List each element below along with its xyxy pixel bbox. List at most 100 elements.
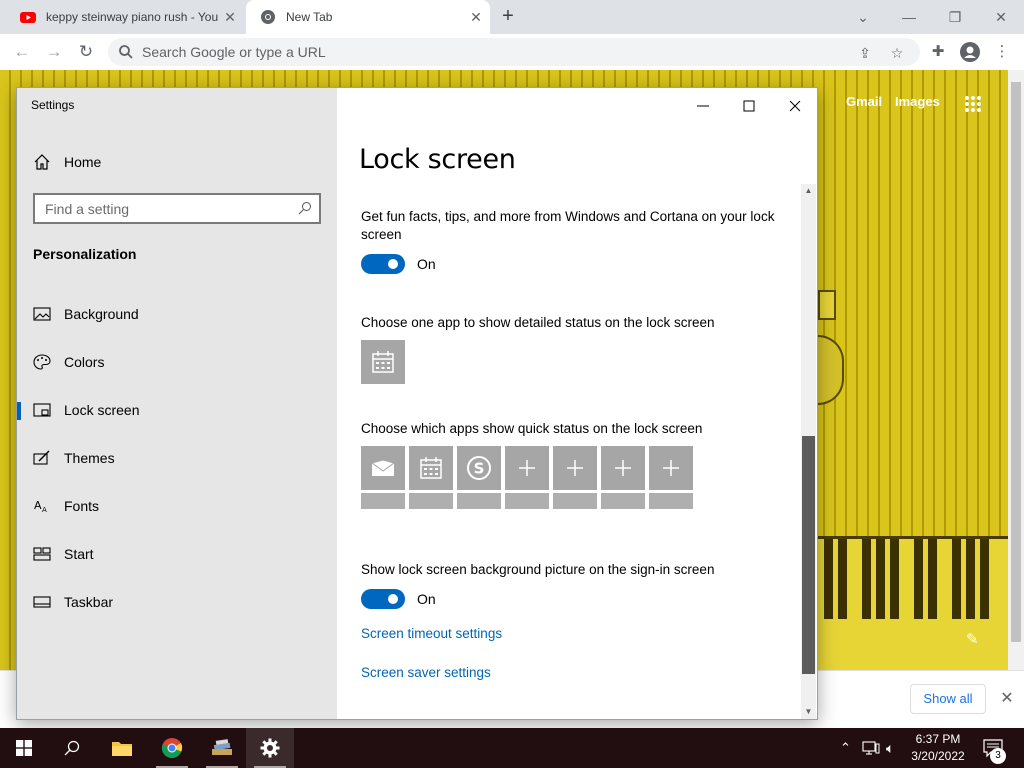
quick-status-app-skype[interactable]: S (457, 446, 501, 490)
windows-logo-icon (16, 740, 32, 756)
taskbar-settings[interactable] (246, 728, 294, 768)
quick-status-app-calendar[interactable] (409, 446, 453, 490)
close-icon[interactable]: ✕ (222, 9, 238, 25)
search-icon (119, 45, 133, 59)
settings-scrollbar[interactable]: ▲ ▼ (801, 184, 816, 719)
tile-reflection (553, 493, 597, 509)
home-nav-item[interactable]: Home (33, 150, 323, 174)
toggle-state-label: On (417, 591, 436, 607)
books-icon (212, 739, 232, 755)
palette-icon (33, 354, 51, 370)
fun-facts-toggle[interactable] (361, 254, 405, 274)
sidebar-item-taskbar[interactable]: Taskbar (17, 582, 337, 622)
taskbar-chrome[interactable] (148, 728, 196, 768)
profile-avatar-icon[interactable] (960, 42, 980, 62)
sidebar-item-fonts[interactable]: AA Fonts (17, 486, 337, 526)
taskbar-file-explorer[interactable] (98, 728, 146, 768)
sidebar-item-colors[interactable]: Colors (17, 342, 337, 382)
sidebar-item-start[interactable]: Start (17, 534, 337, 574)
scrollbar-thumb[interactable] (802, 436, 815, 674)
tab-youtube[interactable]: keppy steinway piano rush - You ✕ (8, 0, 244, 34)
tile-reflection (601, 493, 645, 509)
settings-maximize-button[interactable] (726, 92, 772, 120)
show-all-button[interactable]: Show all (910, 684, 986, 714)
quick-status-add-slot[interactable] (505, 446, 549, 490)
close-window-button[interactable]: ✕ (978, 0, 1024, 34)
volume-icon[interactable]: 🔈︎ (886, 728, 894, 768)
settings-sidebar: Settings Home Personalization Background… (17, 88, 337, 719)
scroll-down-icon[interactable]: ▼ (801, 705, 816, 719)
quick-status-add-slot[interactable] (649, 446, 693, 490)
images-link[interactable]: Images (895, 94, 940, 109)
settings-minimize-button[interactable] (680, 92, 726, 120)
start-button[interactable] (0, 728, 48, 768)
apps-grid-icon[interactable] (964, 95, 982, 113)
taskbar-icon (33, 596, 51, 608)
tab-search-button[interactable]: ⌄ (840, 0, 886, 34)
quick-status-app-mail[interactable] (361, 446, 405, 490)
minimize-button[interactable]: — (886, 0, 932, 34)
reload-button[interactable]: ↻ (74, 40, 98, 64)
youtube-icon (20, 12, 36, 23)
reload-icon: ↻ (78, 42, 94, 61)
new-tab-button[interactable]: + (498, 6, 518, 27)
quick-status-add-slot[interactable] (601, 446, 645, 490)
restore-icon: ❐ (948, 8, 962, 25)
omnibox-input[interactable] (142, 38, 842, 66)
window-title: Settings (31, 98, 75, 112)
doodle-detail (818, 335, 844, 405)
screen-timeout-link[interactable]: Screen timeout settings (361, 626, 502, 641)
scroll-up-icon[interactable]: ▲ (801, 184, 816, 198)
search-input[interactable] (45, 195, 285, 222)
signin-background-toggle[interactable] (361, 589, 405, 609)
lock-screen-icon (33, 403, 51, 417)
browser-toolbar: ← → ↻ ⇪ ☆ ✚ ⋮ (0, 34, 1024, 70)
clock-date: 3/20/2022 (911, 749, 965, 763)
tile-reflection (457, 493, 501, 509)
forward-button[interactable]: → (42, 40, 66, 64)
plus-icon (615, 460, 631, 476)
close-icon[interactable]: ✕ (998, 690, 1016, 708)
find-setting-search[interactable] (33, 193, 321, 224)
home-icon (34, 154, 50, 170)
plus-icon (519, 460, 535, 476)
page-title: Lock screen (359, 144, 516, 175)
kebab-menu-icon[interactable]: ⋮ (992, 42, 1012, 62)
system-clock[interactable]: 6:37 PM 3/20/2022 (906, 731, 970, 765)
maximize-icon (743, 100, 755, 112)
brush-icon (33, 450, 50, 465)
tab-new-tab[interactable]: New Tab ✕ (246, 0, 490, 34)
chevron-up-icon: ⌃ (840, 740, 851, 755)
taskbar-app[interactable] (198, 728, 246, 768)
show-hidden-icons-button[interactable]: ⌃ (840, 728, 851, 768)
bookmark-star-icon[interactable]: ☆ (888, 44, 906, 62)
restore-button[interactable]: ❐ (932, 0, 978, 34)
taskbar-search-button[interactable] (48, 728, 96, 768)
screen-saver-link[interactable]: Screen saver settings (361, 665, 491, 680)
skype-icon: S (467, 456, 491, 480)
quick-status-add-slot[interactable] (553, 446, 597, 490)
close-icon[interactable]: ✕ (468, 9, 484, 25)
pencil-icon[interactable]: ✎ (966, 630, 984, 648)
sidebar-item-themes[interactable]: Themes (17, 438, 337, 478)
tab-label: keppy steinway piano rush - You (46, 10, 219, 24)
plus-icon (567, 460, 583, 476)
gmail-link[interactable]: Gmail (846, 94, 882, 109)
plus-icon (663, 460, 679, 476)
detailed-status-app-button[interactable] (361, 340, 405, 384)
calendar-icon (372, 351, 394, 373)
chevron-down-icon: ⌄ (857, 8, 869, 25)
address-bar[interactable]: ⇪ ☆ (108, 38, 920, 66)
windows-taskbar: ⌃ 🔈︎ 6:37 PM 3/20/2022 3 (0, 728, 1024, 768)
sidebar-item-label: Taskbar (64, 594, 114, 610)
tile-reflection (361, 493, 405, 509)
sidebar-item-background[interactable]: Background (17, 294, 337, 334)
settings-content: Lock screen Get fun facts, tips, and mor… (337, 88, 817, 719)
network-icon[interactable] (862, 728, 880, 768)
extensions-icon[interactable]: ✚ (928, 42, 948, 62)
settings-close-button[interactable] (772, 92, 818, 120)
share-icon[interactable]: ⇪ (856, 44, 874, 62)
back-button[interactable]: ← (10, 40, 34, 64)
page-scrollbar[interactable] (1008, 70, 1024, 670)
sidebar-item-lock-screen[interactable]: Lock screen (17, 390, 337, 430)
